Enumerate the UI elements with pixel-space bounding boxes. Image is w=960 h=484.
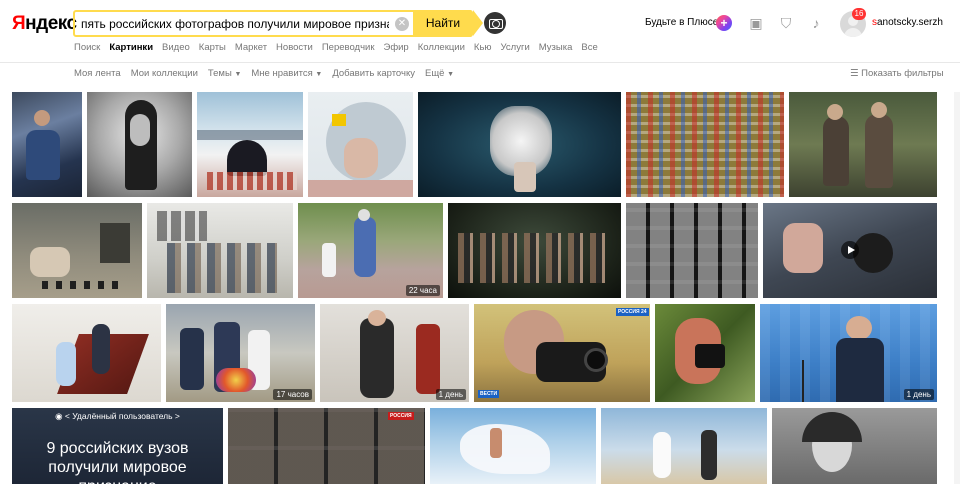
collection-title: 9 российских вузов получили мировое приз… bbox=[46, 440, 189, 484]
image-result[interactable] bbox=[626, 92, 784, 197]
nav-item-music[interactable]: Музыка bbox=[539, 42, 573, 53]
image-result[interactable] bbox=[626, 203, 758, 298]
image-result[interactable] bbox=[147, 203, 293, 298]
play-icon[interactable] bbox=[841, 241, 859, 259]
subnav-topics[interactable]: Темы ▼ bbox=[208, 68, 242, 79]
image-time-badge: 22 часа bbox=[405, 285, 440, 296]
plus-link[interactable]: Будьте в Плюсе bbox=[645, 17, 718, 28]
subnav-topics-label: Темы bbox=[207, 68, 232, 79]
image-result[interactable]: РОССИЯ bbox=[228, 408, 425, 484]
collection-card[interactable]: ◉ < Удалённый пользователь > 9 российски… bbox=[12, 408, 223, 484]
username[interactable]: sanotscky.serzh bbox=[872, 17, 943, 28]
chevron-down-icon: ▼ bbox=[315, 71, 323, 78]
subnav-liked[interactable]: Мне нравится ▼ bbox=[251, 68, 322, 79]
image-result[interactable] bbox=[308, 92, 413, 197]
logo-rest: ндекс bbox=[25, 13, 77, 34]
image-result[interactable] bbox=[448, 203, 621, 298]
subnav-my-collections[interactable]: Мои коллекции bbox=[131, 68, 198, 79]
image-result[interactable] bbox=[601, 408, 767, 484]
show-filters-link[interactable]: ☰ Показать фильтры bbox=[850, 68, 944, 79]
image-result[interactable]: 1 день bbox=[320, 304, 469, 402]
nav-item-services[interactable]: Услуги bbox=[501, 42, 530, 53]
service-nav: Поиск Картинки Видео Карты Маркет Новост… bbox=[74, 42, 598, 53]
image-result[interactable] bbox=[12, 92, 82, 197]
filters-icon: ☰ bbox=[850, 68, 859, 79]
image-result[interactable]: 17 часов bbox=[166, 304, 315, 402]
nav-item-video[interactable]: Видео bbox=[162, 42, 190, 53]
show-filters-label: Показать фильтры bbox=[861, 68, 944, 79]
image-result[interactable] bbox=[12, 203, 142, 298]
plus-icon[interactable]: + bbox=[716, 15, 732, 31]
search-button[interactable]: Найти bbox=[413, 10, 483, 37]
user-icon: ◉ bbox=[55, 411, 63, 421]
collection-user-name: < Удалённый пользователь > bbox=[64, 411, 180, 421]
shield-icon[interactable]: ⛉ bbox=[778, 15, 794, 31]
collections-icon[interactable]: ▣ bbox=[748, 15, 764, 31]
bell-icon[interactable]: ♪ bbox=[808, 15, 824, 31]
username-rest: anotscky.serzh bbox=[877, 17, 943, 28]
subnav-more-label: Ещё bbox=[424, 68, 445, 79]
subnav-my-feed[interactable]: Моя лента bbox=[74, 68, 121, 79]
image-result[interactable] bbox=[12, 304, 161, 402]
notification-badge: 16 bbox=[852, 8, 866, 20]
image-result[interactable]: 22 часа bbox=[298, 203, 443, 298]
channel-logo-rossiya: РОССИЯ bbox=[388, 412, 414, 420]
app-window: Яндекс ✕ Найти Будьте в Плюсе + ▣ ⛉ ♪ 16… bbox=[0, 0, 960, 484]
nav-item-q[interactable]: Кью bbox=[474, 42, 492, 53]
image-result[interactable] bbox=[430, 408, 596, 484]
nav-item-market[interactable]: Маркет bbox=[235, 42, 267, 53]
image-result[interactable] bbox=[418, 92, 621, 197]
yandex-logo[interactable]: Яндекс bbox=[12, 13, 77, 35]
clear-search-icon[interactable]: ✕ bbox=[395, 16, 409, 31]
image-time-badge: 1 день bbox=[903, 389, 934, 400]
image-result[interactable] bbox=[789, 92, 937, 197]
image-result[interactable] bbox=[655, 304, 755, 402]
collection-user[interactable]: ◉ < Удалённый пользователь > bbox=[16, 411, 219, 422]
image-time-badge: 17 часов bbox=[273, 389, 312, 400]
image-result[interactable] bbox=[772, 408, 937, 484]
nav-item-search[interactable]: Поиск bbox=[74, 42, 100, 53]
image-result[interactable]: 1 день bbox=[760, 304, 937, 402]
nav-item-translate[interactable]: Переводчик bbox=[322, 42, 375, 53]
image-result[interactable] bbox=[197, 92, 303, 197]
camera-search-icon[interactable] bbox=[484, 12, 506, 34]
channel-logo-vesti: ВЕСТИ bbox=[478, 390, 500, 398]
chevron-down-icon: ▼ bbox=[234, 71, 242, 78]
header: Яндекс ✕ Найти Будьте в Плюсе + ▣ ⛉ ♪ 16… bbox=[0, 0, 960, 62]
subnav-more[interactable]: Ещё ▼ bbox=[425, 68, 454, 79]
subnav-add-card[interactable]: Добавить карточку bbox=[332, 68, 415, 79]
collections-subnav: Моя лента Мои коллекции Темы ▼ Мне нрави… bbox=[74, 68, 454, 79]
image-result[interactable]: РОССИЯ 24 ВЕСТИ bbox=[474, 304, 650, 402]
scrollbar[interactable] bbox=[954, 92, 960, 484]
chevron-down-icon: ▼ bbox=[447, 71, 454, 78]
nav-item-efir[interactable]: Эфир bbox=[383, 42, 408, 53]
nav-item-all[interactable]: Все bbox=[581, 42, 597, 53]
nav-item-maps[interactable]: Карты bbox=[199, 42, 226, 53]
subnav-liked-label: Мне нравится bbox=[251, 68, 313, 79]
nav-item-images[interactable]: Картинки bbox=[109, 42, 153, 53]
logo-first-letter: Я bbox=[12, 13, 26, 34]
search-input[interactable] bbox=[75, 12, 395, 35]
image-result[interactable] bbox=[87, 92, 192, 197]
nav-item-news[interactable]: Новости bbox=[276, 42, 313, 53]
nav-item-collections[interactable]: Коллекции bbox=[418, 42, 465, 53]
channel-logo-rossiya: РОССИЯ 24 bbox=[616, 308, 649, 316]
image-time-badge: 1 день bbox=[435, 389, 466, 400]
header-divider bbox=[0, 62, 960, 63]
image-result[interactable] bbox=[763, 203, 937, 298]
